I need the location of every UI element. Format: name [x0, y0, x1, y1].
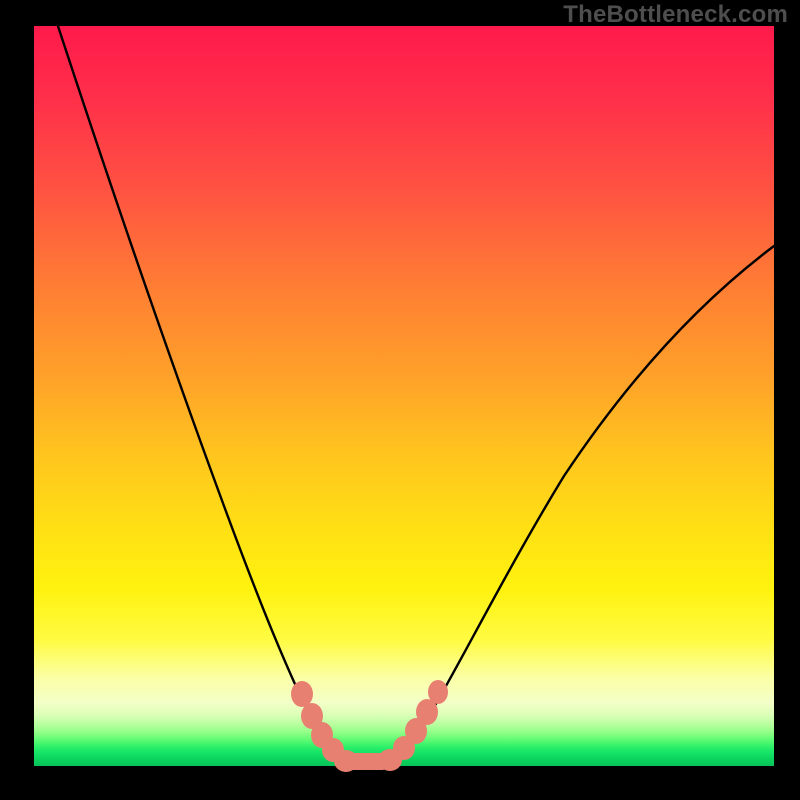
chart-frame: TheBottleneck.com — [0, 0, 800, 800]
marker-dot — [291, 681, 313, 707]
bottleneck-curve — [34, 26, 774, 766]
plot-area — [34, 26, 774, 766]
optimal-markers-right — [378, 680, 448, 771]
marker-dot — [428, 680, 448, 704]
curve-left-branch — [56, 20, 352, 764]
watermark-text: TheBottleneck.com — [563, 1, 788, 29]
